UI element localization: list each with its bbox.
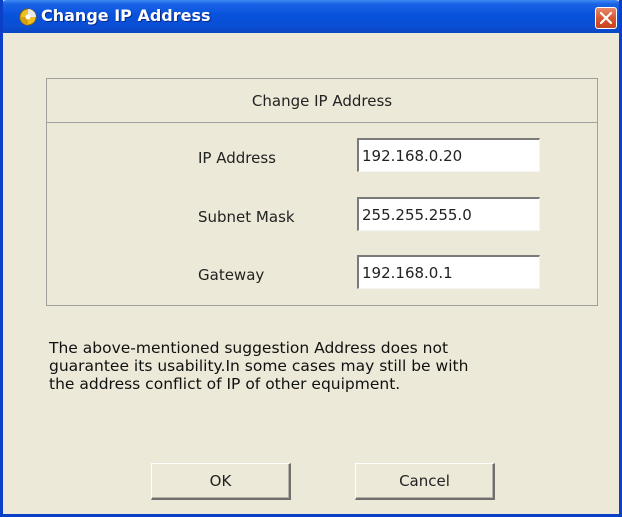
window-title: Change IP Address xyxy=(41,6,211,25)
subnet-mask-input[interactable] xyxy=(357,197,540,231)
gateway-label: Gateway xyxy=(198,266,265,284)
ok-button[interactable]: OK xyxy=(151,463,291,500)
ip-settings-group: Change IP Address IP Address Subnet Mask… xyxy=(46,78,598,306)
app-swirl-icon xyxy=(18,7,38,27)
ip-address-input[interactable] xyxy=(357,138,540,172)
notice-line: the address conflict of IP of other equi… xyxy=(49,375,401,393)
cancel-button[interactable]: Cancel xyxy=(355,463,495,500)
title-bar[interactable]: Change IP Address xyxy=(3,0,619,33)
notice-line: The above-mentioned suggestion Address d… xyxy=(49,339,449,357)
ip-address-label: IP Address xyxy=(198,149,276,167)
close-button[interactable] xyxy=(595,7,617,29)
group-header: Change IP Address xyxy=(47,79,597,123)
subnet-mask-label: Subnet Mask xyxy=(198,208,295,226)
gateway-input[interactable] xyxy=(357,255,540,289)
usability-notice: The above-mentioned suggestion Address d… xyxy=(49,339,609,393)
notice-line: guarantee its usability.In some cases ma… xyxy=(49,357,469,375)
change-ip-dialog: Change IP Address Change IP Address IP A… xyxy=(0,0,622,517)
